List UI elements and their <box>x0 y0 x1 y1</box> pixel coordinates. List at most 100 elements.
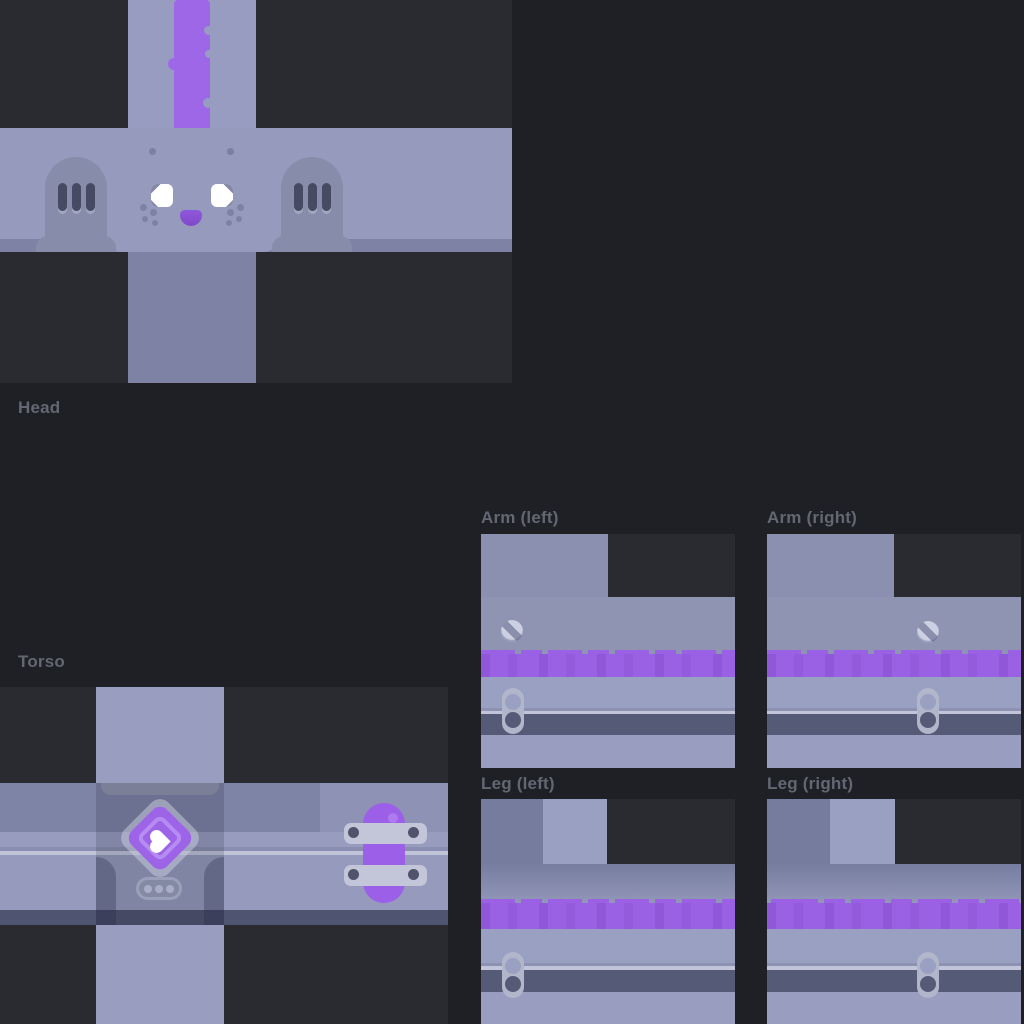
uv-checker-square <box>0 687 96 783</box>
ear-grille-bar <box>322 183 331 211</box>
ear-grille <box>58 183 95 211</box>
panel-label-leg-left: Leg (left) <box>481 774 555 794</box>
uv-checker-square <box>895 799 1021 864</box>
uv-checker-square <box>0 252 128 383</box>
eye-left <box>151 184 173 207</box>
hair-bump <box>168 58 180 70</box>
rivet <box>408 869 419 880</box>
uv-checker-square <box>256 0 512 128</box>
freckle <box>226 220 232 226</box>
eyelid-wedge <box>226 200 233 207</box>
panel-label-arm-right: Arm (right) <box>767 508 857 528</box>
panel-label-head: Head <box>18 398 60 418</box>
arm-right-panel <box>767 534 1021 768</box>
leg-top-face-light <box>830 799 895 864</box>
tab-hole <box>505 958 521 974</box>
brow-dot-left <box>149 148 156 155</box>
cuff-dark-band <box>767 714 1021 735</box>
torso-panel <box>0 687 448 1024</box>
shoulder-shadow-left <box>96 857 116 925</box>
tab-hole <box>505 712 521 728</box>
ear-left <box>45 157 107 252</box>
screw-icon <box>501 620 523 642</box>
head-panel <box>0 0 512 383</box>
uv-checker-square <box>0 0 128 128</box>
uv-checker-square <box>256 252 512 383</box>
eyelid-wedge <box>223 184 233 194</box>
foot-band <box>481 992 735 1024</box>
hair-notch <box>204 26 213 35</box>
ear-grille-bar <box>58 183 67 211</box>
uv-checker-square <box>224 925 448 1024</box>
tab-hole <box>920 694 936 710</box>
hair-notch <box>205 50 213 58</box>
freckle <box>142 216 148 222</box>
panel-label-torso: Torso <box>18 652 65 672</box>
rivet <box>408 827 419 838</box>
grille-dot <box>144 885 152 893</box>
rivet <box>348 827 359 838</box>
freckle <box>227 209 234 216</box>
screw-icon <box>917 621 939 643</box>
tab-hole <box>920 712 936 728</box>
trim-body <box>481 654 735 677</box>
ear-grille <box>294 183 331 211</box>
eye-right <box>211 184 233 207</box>
leg-top-face <box>767 799 830 864</box>
brow-dot-right <box>227 148 234 155</box>
leg-left-panel <box>481 799 735 1024</box>
tab-hole <box>505 694 521 710</box>
uv-checker-square <box>224 687 448 783</box>
hand-band <box>481 735 735 768</box>
zipper-tab <box>917 688 939 734</box>
collar <box>101 783 219 795</box>
leg-top-face-light <box>543 799 607 864</box>
capsule-highlight <box>388 813 398 823</box>
zipper-tab <box>917 952 939 998</box>
trim-body <box>767 903 1021 929</box>
thigh-gradient-band <box>767 864 1021 903</box>
arm-left-panel <box>481 534 735 768</box>
foot-band <box>767 992 1021 1024</box>
thigh-gradient-band <box>481 864 735 903</box>
torso-bottom-face <box>96 925 224 1024</box>
leg-right-panel <box>767 799 1021 1024</box>
panel-label-leg-right: Leg (right) <box>767 774 853 794</box>
grille-dot <box>155 885 163 893</box>
texture-template-page: Head Torso <box>0 0 1024 1024</box>
hand-band <box>767 735 1021 768</box>
eyelid-wedge <box>151 200 158 207</box>
torso-bottom-strip <box>0 910 448 925</box>
tab-hole <box>920 976 936 992</box>
uv-checker-square <box>607 799 735 864</box>
shoulder-shadow-right <box>204 857 224 925</box>
shin-band <box>767 929 1021 963</box>
rivet <box>348 869 359 880</box>
trim-body <box>481 903 735 929</box>
grille-dot <box>166 885 174 893</box>
arm-upper-band <box>767 597 1021 654</box>
leg-top-face <box>481 799 543 864</box>
trim-body <box>767 654 1021 677</box>
panel-label-arm-left: Arm (left) <box>481 508 559 528</box>
ear-grille-bar <box>86 183 95 211</box>
arm-top-face <box>767 534 894 597</box>
chest-grille <box>136 877 182 900</box>
freckle <box>150 209 157 216</box>
bedroll-capsule <box>363 803 405 903</box>
freckle <box>140 204 147 211</box>
ear-grille-bar <box>308 183 317 211</box>
torso-top-face <box>96 687 224 783</box>
freckle <box>236 216 242 222</box>
eyelid-wedge <box>151 184 161 194</box>
ear-right <box>281 157 343 252</box>
ear-grille-bar <box>294 183 303 211</box>
tab-hole <box>505 976 521 992</box>
freckle <box>152 220 158 226</box>
uv-checker-square <box>0 925 96 1024</box>
hair-notch <box>203 98 213 108</box>
uv-checker-square <box>608 534 735 597</box>
head-bottom-face <box>128 252 256 383</box>
arm-top-face <box>481 534 608 597</box>
tab-hole <box>920 958 936 974</box>
